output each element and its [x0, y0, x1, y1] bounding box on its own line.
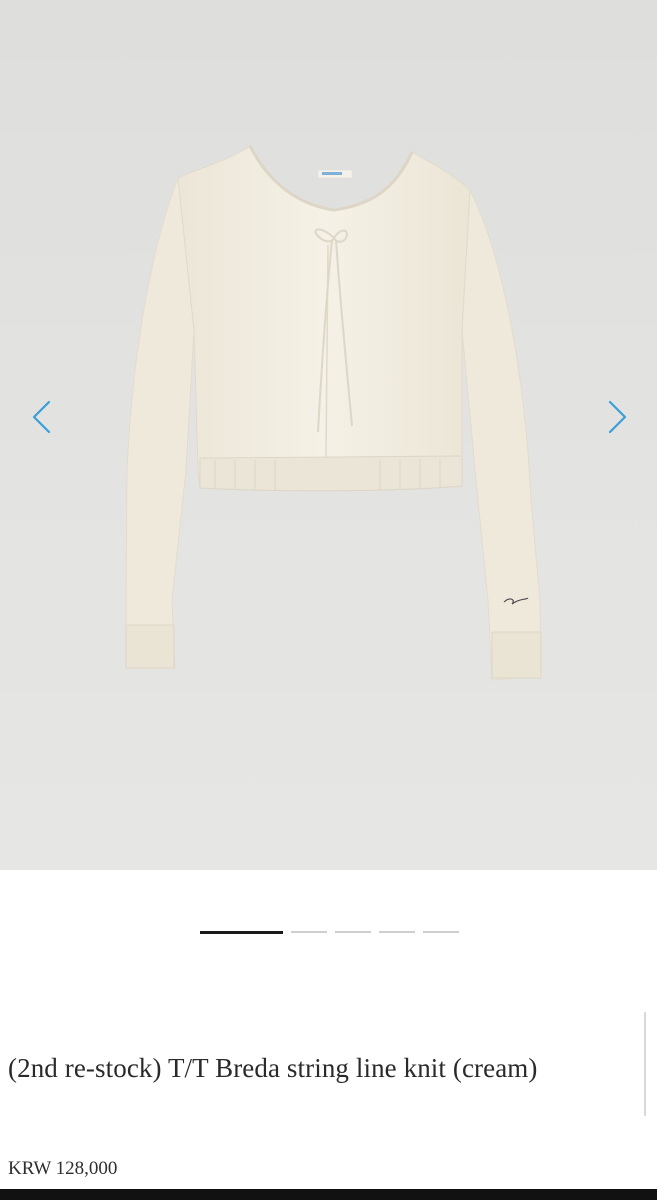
pagination-dot-4[interactable]: [379, 931, 415, 933]
product-price: KRW 128,000: [8, 1158, 118, 1179]
pagination-dot-5[interactable]: [423, 931, 459, 933]
pagination-dot-3[interactable]: [335, 931, 371, 933]
product-title: (2nd re-stock) T/T Breda string line kni…: [8, 1053, 538, 1083]
chevron-left-icon: [32, 400, 51, 434]
product-photo: [125, 145, 542, 681]
gallery-prev-button[interactable]: [22, 392, 62, 442]
pagination-dot-1[interactable]: [200, 930, 283, 934]
gallery-next-button[interactable]: [597, 392, 637, 442]
chevron-right-icon: [608, 400, 627, 434]
product-image-gallery[interactable]: [0, 0, 657, 870]
bottom-bar: [0, 1189, 657, 1200]
pagination-dot-2[interactable]: [291, 931, 327, 933]
scrollbar[interactable]: [644, 1012, 646, 1116]
